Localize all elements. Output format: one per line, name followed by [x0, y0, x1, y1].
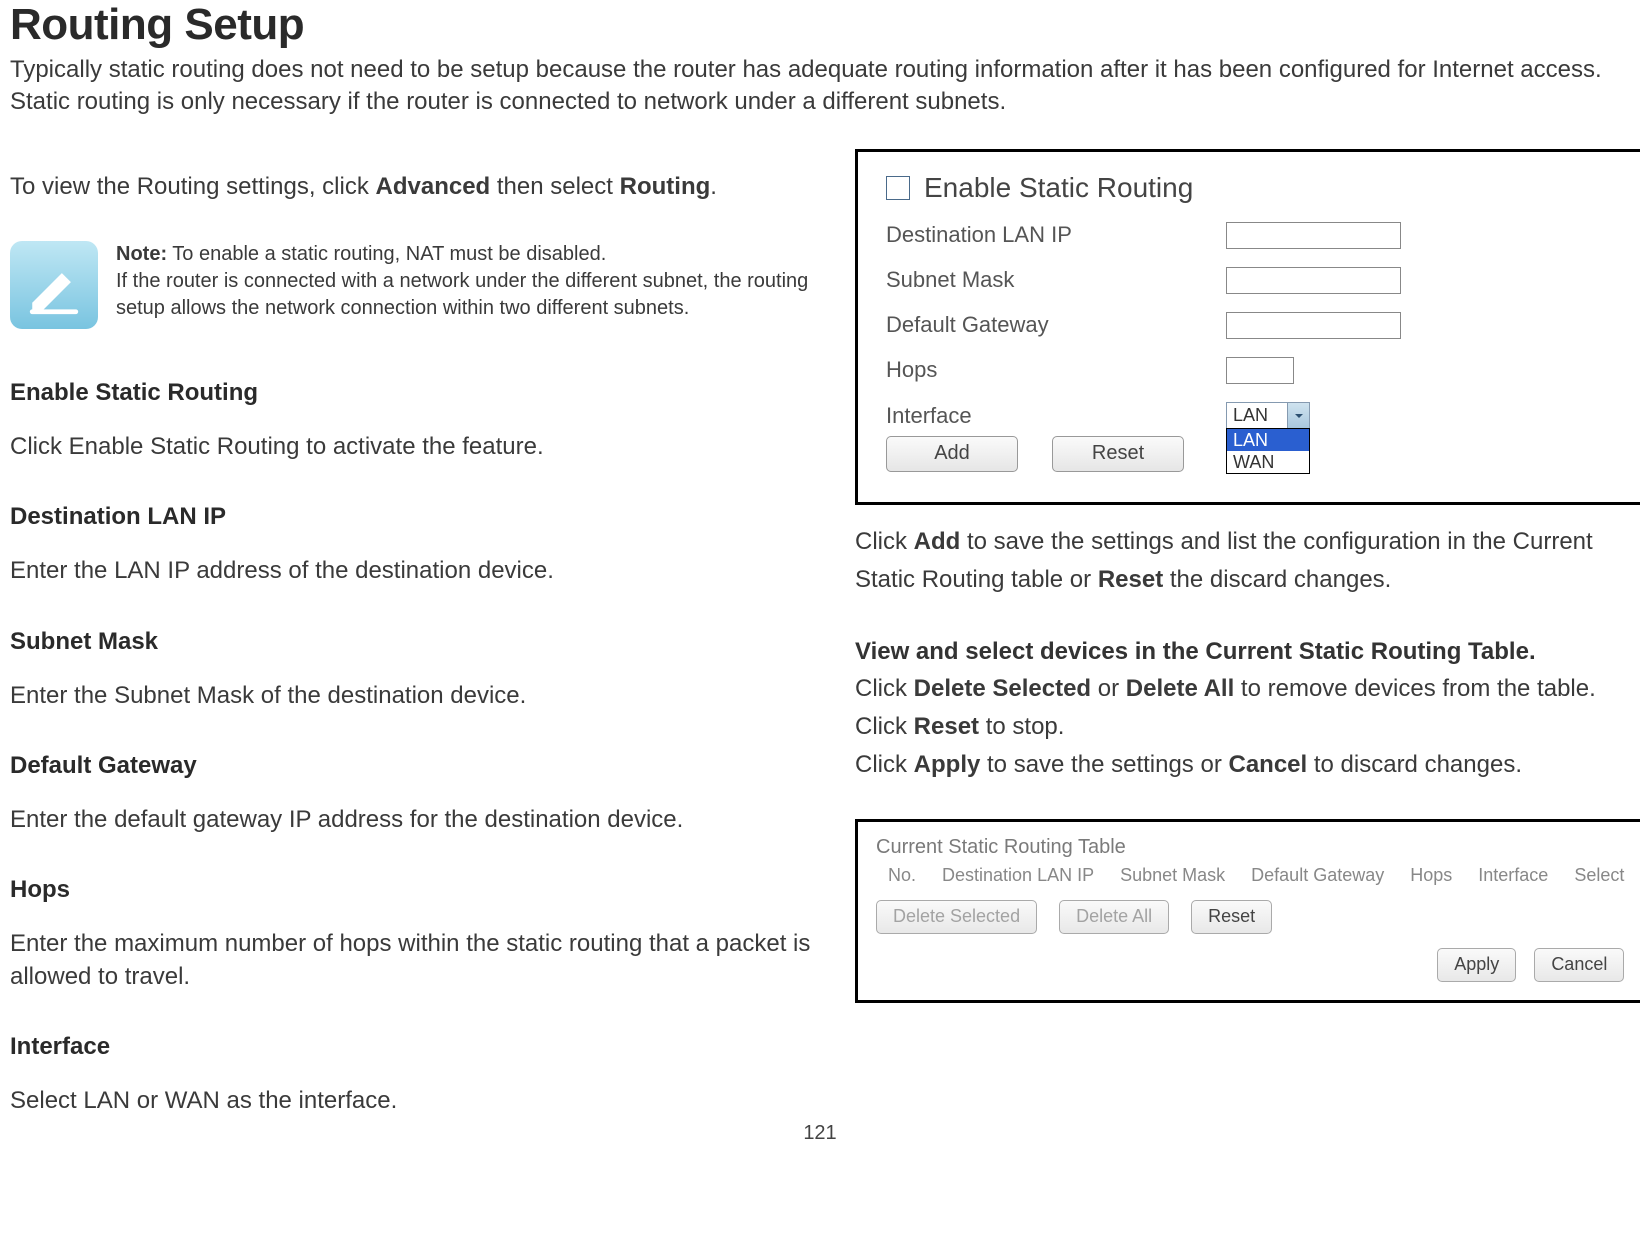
- iface-dropdown: LAN WAN: [1226, 428, 1310, 474]
- section-enable-head: Enable Static Routing: [10, 379, 815, 407]
- table-title: Current Static Routing Table: [876, 836, 1624, 859]
- note-line1: To enable a static routing, NAT must be …: [167, 243, 606, 265]
- add-reset-instruction: Click Add to save the settings and list …: [855, 523, 1640, 600]
- iface-option-wan[interactable]: WAN: [1227, 451, 1309, 473]
- hops-input[interactable]: [1226, 357, 1294, 384]
- note-box: Note: To enable a static routing, NAT mu…: [10, 241, 815, 329]
- apply-button[interactable]: Apply: [1437, 948, 1516, 982]
- delete-all-button[interactable]: Delete All: [1059, 900, 1169, 934]
- iface-label: Interface: [886, 403, 1226, 429]
- section-mask-body: Enter the Subnet Mask of the destination…: [10, 680, 815, 712]
- cancel-button[interactable]: Cancel: [1534, 948, 1624, 982]
- add-bold: Add: [914, 528, 961, 555]
- view-routing: Routing: [620, 173, 711, 200]
- dest-input[interactable]: [1226, 222, 1401, 249]
- view-advanced: Advanced: [376, 173, 491, 200]
- section-gw-head: Default Gateway: [10, 752, 815, 780]
- cancel-bold: Cancel: [1228, 751, 1307, 778]
- gw-label: Default Gateway: [886, 312, 1226, 338]
- delete-all-bold: Delete All: [1126, 675, 1234, 702]
- col-mask: Subnet Mask: [1120, 865, 1225, 886]
- page-number: 121: [10, 1122, 1630, 1145]
- note-line2: If the router is connected with a networ…: [116, 270, 808, 319]
- iface-option-lan[interactable]: LAN: [1227, 429, 1309, 451]
- section-iface-body: Select LAN or WAN as the interface.: [10, 1085, 815, 1117]
- enable-static-routing-checkbox[interactable]: [886, 176, 910, 200]
- view-pre: To view the Routing settings, click: [10, 173, 376, 200]
- apply-bold: Apply: [914, 751, 981, 778]
- col-gw: Default Gateway: [1251, 865, 1384, 886]
- enable-static-routing-row: Enable Static Routing: [886, 172, 1614, 204]
- reset-button[interactable]: Reset: [1052, 436, 1184, 472]
- hops-label: Hops: [886, 357, 1226, 383]
- mask-label: Subnet Mask: [886, 267, 1226, 293]
- section-dest-body: Enter the LAN IP address of the destinat…: [10, 555, 815, 587]
- t: Click: [855, 528, 914, 555]
- chevron-down-icon: [1287, 403, 1309, 429]
- col-dest: Destination LAN IP: [942, 865, 1094, 886]
- pencil-icon: [10, 241, 98, 329]
- col-hops: Hops: [1410, 865, 1452, 886]
- gw-input[interactable]: [1226, 312, 1401, 339]
- intro-paragraph: Typically static routing does not need t…: [10, 54, 1630, 119]
- t: to discard changes.: [1307, 751, 1522, 778]
- current-static-routing-table: Current Static Routing Table No. Destina…: [855, 819, 1640, 1003]
- view-post: .: [710, 173, 717, 200]
- t: the discard changes.: [1163, 566, 1391, 593]
- reset-bold-2: Reset: [914, 713, 979, 740]
- note-label: Note:: [116, 243, 167, 265]
- t: to stop.: [979, 713, 1064, 740]
- section-enable-body: Click Enable Static Routing to activate …: [10, 431, 815, 463]
- delete-instruction: Click Delete Selected or Delete All to r…: [855, 670, 1640, 747]
- page-title: Routing Setup: [10, 0, 1630, 50]
- t: or: [1091, 675, 1126, 702]
- view-instructions: To view the Routing settings, click Adva…: [10, 173, 815, 201]
- reset-bold: Reset: [1098, 566, 1163, 593]
- iface-select[interactable]: LAN: [1226, 402, 1310, 430]
- table-instruction-head: View and select devices in the Current S…: [855, 634, 1640, 670]
- section-mask-head: Subnet Mask: [10, 628, 815, 656]
- col-select: Select: [1574, 865, 1624, 886]
- add-button[interactable]: Add: [886, 436, 1018, 472]
- enable-static-routing-label: Enable Static Routing: [924, 172, 1193, 204]
- section-gw-body: Enter the default gateway IP address for…: [10, 804, 815, 836]
- t: Click: [855, 751, 914, 778]
- delete-selected-button[interactable]: Delete Selected: [876, 900, 1037, 934]
- col-iface: Interface: [1478, 865, 1548, 886]
- note-text: Note: To enable a static routing, NAT mu…: [116, 241, 815, 329]
- view-mid: then select: [490, 173, 619, 200]
- table-columns: No. Destination LAN IP Subnet Mask Defau…: [876, 865, 1624, 886]
- dest-label: Destination LAN IP: [886, 222, 1226, 248]
- t: to save the settings or: [980, 751, 1228, 778]
- mask-input[interactable]: [1226, 267, 1401, 294]
- section-iface-head: Interface: [10, 1033, 815, 1061]
- t: Click: [855, 675, 914, 702]
- static-routing-form: Enable Static Routing Destination LAN IP…: [855, 149, 1640, 505]
- col-no: No.: [888, 865, 916, 886]
- table-reset-button[interactable]: Reset: [1191, 900, 1272, 934]
- apply-cancel-instruction: Click Apply to save the settings or Canc…: [855, 746, 1640, 784]
- section-dest-head: Destination LAN IP: [10, 503, 815, 531]
- delete-selected-bold: Delete Selected: [914, 675, 1091, 702]
- iface-select-value: LAN: [1233, 405, 1268, 426]
- section-hops-body: Enter the maximum number of hops within …: [10, 928, 815, 993]
- section-hops-head: Hops: [10, 876, 815, 904]
